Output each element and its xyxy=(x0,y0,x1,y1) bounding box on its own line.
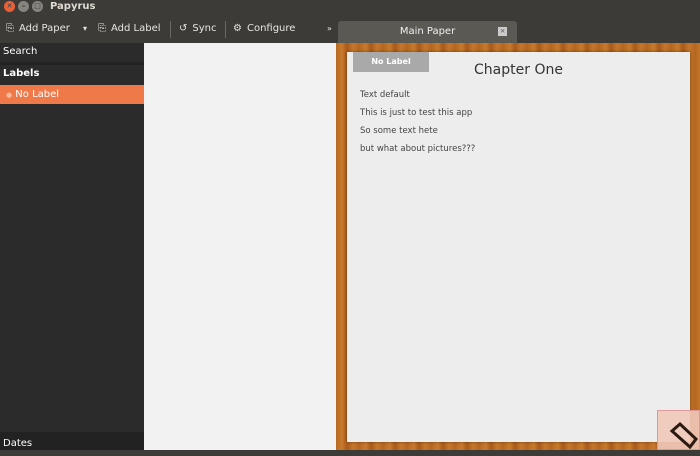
paper-list-panel[interactable] xyxy=(144,43,336,450)
gear-icon: ⚙ xyxy=(233,23,242,34)
title-bar: ✕ – □ Papyrus xyxy=(0,0,700,15)
minimize-window-icon[interactable]: – xyxy=(18,1,29,12)
sync-label: Sync xyxy=(192,23,217,34)
tab-title: Main Paper xyxy=(399,26,456,37)
bullet-icon: ● xyxy=(6,91,13,99)
add-label-label: Add Label xyxy=(111,23,161,34)
sidebar: Search Labels ● No Label Dates xyxy=(0,43,144,450)
sync-button[interactable]: ↺ Sync xyxy=(179,15,217,43)
paper-line: Text default xyxy=(360,90,410,100)
add-paper-label: Add Paper xyxy=(19,23,70,34)
tag-button[interactable] xyxy=(657,410,700,450)
labels-heading: Labels xyxy=(3,68,40,79)
paper-line: but what about pictures??? xyxy=(360,144,476,154)
add-label-button[interactable]: ⎘ Add Label xyxy=(98,15,161,43)
tag-icon xyxy=(669,421,699,450)
separator xyxy=(225,21,226,38)
add-paper-button[interactable]: ⎘ Add Paper xyxy=(6,15,70,43)
paper-editor[interactable]: No Label Chapter One Text default This i… xyxy=(347,52,690,442)
add-paper-dropdown[interactable]: ▾ xyxy=(83,15,87,43)
configure-label: Configure xyxy=(246,23,296,34)
sidebar-item-no-label[interactable]: ● No Label xyxy=(0,85,144,104)
add-label-icon: ⎘ xyxy=(98,23,106,34)
search-item[interactable]: Search xyxy=(0,43,144,62)
dates-item[interactable]: Dates xyxy=(0,432,144,450)
sync-icon: ↺ xyxy=(179,23,188,34)
paper-line: So some text hete xyxy=(360,126,438,136)
tab-main-paper[interactable]: Main Paper × xyxy=(338,21,517,43)
add-paper-icon: ⎘ xyxy=(6,23,14,34)
label-name: No Label xyxy=(15,89,60,100)
toolbar-overflow-button[interactable]: » xyxy=(327,15,332,43)
paper-title[interactable]: Chapter One xyxy=(347,62,690,78)
close-tab-icon[interactable]: × xyxy=(498,27,507,36)
configure-button[interactable]: ⚙ Configure xyxy=(233,15,295,43)
separator xyxy=(170,21,171,38)
close-window-icon[interactable]: ✕ xyxy=(4,1,15,12)
paper-line: This is just to test this app xyxy=(360,108,473,118)
maximize-window-icon[interactable]: □ xyxy=(32,1,43,12)
window-title: Papyrus xyxy=(50,1,96,12)
